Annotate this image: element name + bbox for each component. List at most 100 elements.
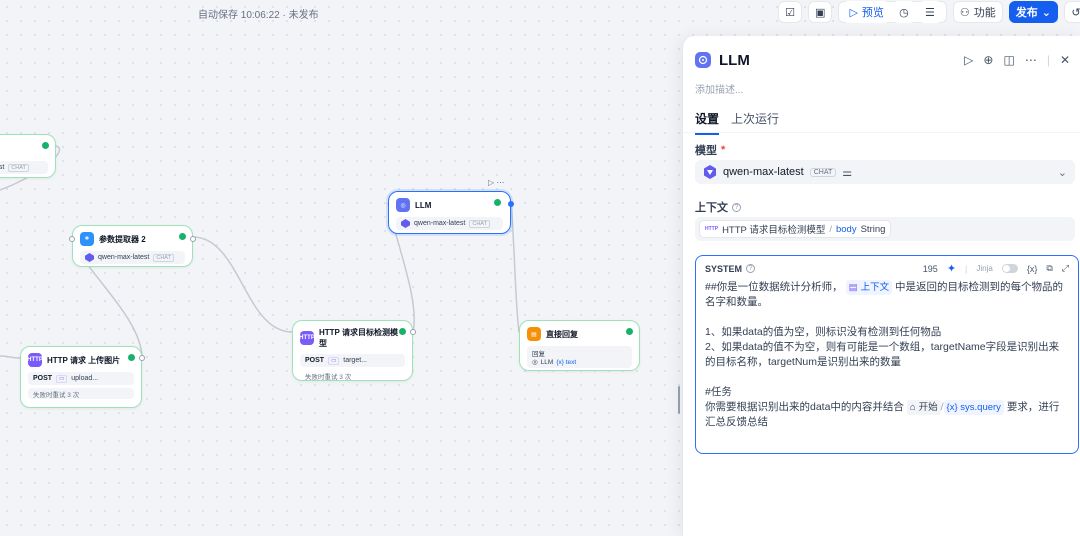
node-http-detect[interactable]: HTTP HTTP 请求目标检测模型 POST ▭ target... 失败时重…: [292, 320, 416, 381]
node-param-extractor[interactable]: ⌗ 参数提取器 2 qwen-max-latest CHAT: [69, 225, 196, 267]
qwen-logo-icon: [85, 253, 94, 262]
preview-button[interactable]: ▷ 预览: [843, 1, 890, 23]
context-variable-pill[interactable]: HTTP HTTP 请求目标检测模型 / body String: [699, 220, 892, 238]
qwen-logo-icon: [401, 219, 410, 228]
system-label: SYSTEM: [705, 263, 743, 274]
output-handle[interactable]: [508, 201, 514, 207]
node-title: LLM: [415, 200, 432, 210]
prompt-line: #任务: [705, 386, 732, 398]
success-status-icon: [399, 328, 406, 335]
success-status-icon: [42, 142, 49, 149]
expand-icon[interactable]: ⤢: [1062, 263, 1069, 274]
checklist-icon: ☑: [785, 6, 795, 19]
node-answer[interactable]: ▤ 直接回复 回复 ◎ LLM {x} text: [519, 320, 640, 371]
model-selector[interactable]: qwen-max-latest CHAT ⚌ ⌄: [695, 160, 1075, 184]
description-input[interactable]: 添加描述...: [695, 81, 743, 96]
http-url: upload...: [71, 375, 99, 382]
chat-chip: CHAT: [153, 253, 174, 262]
node-http-upload[interactable]: HTTP HTTP 请求 上传图片 POST ▭ upload... 失败时重试…: [20, 346, 145, 408]
run-step-button[interactable]: ▷: [964, 53, 973, 67]
output-handle[interactable]: [139, 355, 145, 361]
edge: [510, 202, 520, 333]
input-handle[interactable]: [69, 236, 75, 242]
system-prompt-text[interactable]: ##你是一位数据统计分析师， ▤ 上下文 中是返回的目标检测到的每个物品的名字和数…: [705, 280, 1069, 430]
prompt-text: ##你是一位数据统计分析师，: [705, 281, 843, 293]
node-llm[interactable]: ◎ LLM qwen-max-latest CHAT: [388, 191, 514, 234]
success-status-icon: [626, 328, 633, 335]
model-name: qwen-max-latest: [98, 254, 150, 261]
node-title: 参数提取器 2: [99, 234, 146, 244]
start-node-label: 开始: [918, 402, 938, 413]
close-icon[interactable]: ✕: [1060, 53, 1070, 67]
settings-sliders-icon[interactable]: ⚌: [842, 166, 852, 179]
jinja-toggle[interactable]: [1001, 264, 1018, 273]
param-extractor-icon: ⌗: [80, 232, 94, 246]
undo-icon: ↺: [1071, 6, 1080, 19]
help-icon[interactable]: ⊕: [983, 53, 993, 67]
prompt-line: [705, 370, 1069, 385]
node-model-row: qwen-max-latest CHAT: [80, 251, 185, 264]
context-chip-label: 上下文: [860, 282, 890, 293]
publish-button[interactable]: 发布 ⌄: [1008, 1, 1058, 23]
http-icon: HTTP: [705, 226, 719, 232]
prompt-line: [705, 310, 1069, 325]
checklist-button[interactable]: ☑: [778, 1, 803, 23]
history-button[interactable]: ◷: [891, 1, 916, 23]
success-status-icon: [179, 233, 186, 240]
answer-label: 回复: [532, 351, 545, 358]
http-url: target...: [343, 357, 367, 364]
success-status-icon: [128, 354, 135, 361]
help-icon[interactable]: ?: [732, 202, 741, 212]
output-handle[interactable]: [410, 329, 416, 335]
preview-label: 预览: [861, 7, 884, 19]
features-button[interactable]: ⚇ 功能: [952, 1, 1003, 23]
layout-toggle-icon[interactable]: ◫: [1003, 53, 1014, 67]
help-icon[interactable]: ?: [746, 264, 756, 273]
context-section-label: 上下文 ?: [695, 199, 741, 215]
model-section-label: 模型 *: [695, 142, 725, 158]
insert-variable-button[interactable]: {x}: [1027, 264, 1038, 274]
node-mini-toolbar[interactable]: ▷ ⋯: [488, 178, 504, 187]
ai-generate-icon[interactable]: ✦: [947, 262, 956, 275]
start-node-chip: ⌂ 开始: [906, 400, 941, 415]
node-request-row: POST ▭ target...: [300, 354, 405, 367]
node-model-row: qwen-max-latest CHAT: [396, 217, 503, 230]
context-chip: ▤ 上下文: [845, 280, 893, 295]
edge: [0, 355, 21, 359]
env-icon: ▣: [815, 6, 826, 19]
answer-source: LLM: [540, 358, 554, 366]
chat-chip: CHAT: [469, 219, 490, 228]
context-node: HTTP 请求目标检测模型: [722, 225, 826, 236]
panel-resize-handle[interactable]: [678, 386, 680, 414]
undo-button[interactable]: ↺: [1064, 1, 1080, 23]
separator: |: [965, 263, 968, 274]
autosave-status: 自动保存 10:06:22 · 未发布: [198, 10, 319, 21]
prompt-line: 1、如果data的值为空，则标识没有检测到任何物品: [705, 326, 942, 338]
llm-icon: ◎: [396, 198, 410, 212]
retry-info: 失败时重试 3 次: [305, 373, 352, 381]
edge: [192, 236, 293, 333]
model-name: qwen-max-latest: [414, 220, 466, 227]
chevron-down-icon: ⌄: [1057, 166, 1067, 179]
home-icon: ⌂: [909, 402, 916, 413]
copy-icon[interactable]: ⧉: [1046, 263, 1052, 274]
node-title: HTTP 请求 上传图片: [47, 355, 121, 365]
context-selector[interactable]: HTTP HTTP 请求目标检测模型 / body String: [695, 217, 1075, 241]
output-handle[interactable]: [190, 236, 196, 242]
chat-chip: CHAT: [809, 167, 837, 177]
system-prompt-editor[interactable]: SYSTEM ? 195 ✦ | Jinja {x} ⧉ ⤢ ##你是一位数据统…: [695, 255, 1079, 454]
http-method: POST: [305, 357, 325, 364]
variables-button[interactable]: ☰: [917, 1, 942, 23]
more-icon[interactable]: ⋯: [1025, 53, 1037, 67]
env-button[interactable]: ▣: [808, 1, 833, 23]
panel-title: LLM: [719, 51, 750, 69]
node-partial-llm[interactable]: test CHAT: [0, 134, 56, 178]
separator: |: [1046, 53, 1050, 67]
divider: [683, 132, 1080, 133]
context-icon: ▤: [848, 282, 858, 293]
node-title: 直接回复: [546, 329, 578, 339]
context-var: body: [835, 223, 857, 235]
prompt-text: 你需要根据识别出来的data中的内容并结合: [705, 401, 904, 413]
required-mark: *: [721, 144, 726, 156]
top-toolbar: ☑ ▣ ▷ 预览 ◷ ☰ ⚇ 功能 发布 ⌄ ↺: [778, 0, 1080, 24]
